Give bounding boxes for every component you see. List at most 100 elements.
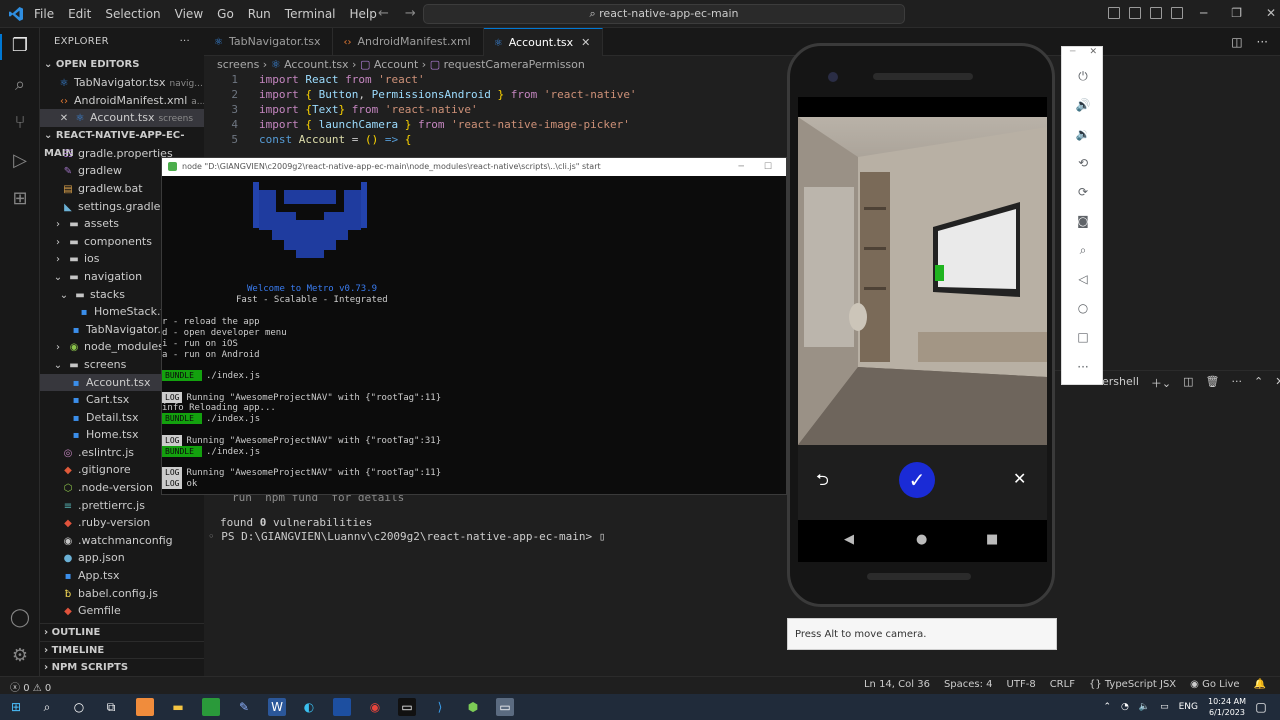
- tab-account[interactable]: ⚛ Account.tsx ✕: [483, 28, 604, 56]
- account-icon[interactable]: ◯: [9, 607, 31, 629]
- breadcrumb-item[interactable]: requestCameraPermisson: [444, 58, 585, 71]
- back-arrow-icon[interactable]: ←: [378, 6, 389, 21]
- tree-item[interactable]: ▪ App.tsx: [40, 567, 204, 585]
- rotate-right-icon[interactable]: ⟳: [1062, 185, 1104, 199]
- close-tab-icon[interactable]: ✕: [581, 36, 590, 49]
- settings-gear-icon[interactable]: ⚙: [9, 645, 31, 667]
- explorer-icon[interactable]: ❐: [9, 35, 31, 57]
- wifi-icon[interactable]: ◔: [1121, 702, 1129, 712]
- more-actions-icon[interactable]: ···: [1257, 35, 1268, 49]
- app-orange-icon[interactable]: [136, 698, 154, 716]
- cursor-position[interactable]: Ln 14, Col 36: [864, 679, 930, 690]
- breadcrumb-item[interactable]: Account.tsx: [284, 58, 348, 71]
- split-terminal-icon[interactable]: ◫: [1183, 375, 1193, 391]
- power-icon[interactable]: ⏻: [1062, 69, 1104, 84]
- command-center-search[interactable]: ⌕ react-native-app-ec-main: [423, 4, 905, 24]
- zoom-icon[interactable]: ⌕: [1062, 243, 1104, 258]
- forward-arrow-icon[interactable]: →: [405, 6, 416, 21]
- menu-run[interactable]: Run: [248, 7, 271, 21]
- emulator-minimize-icon[interactable]: ─: [1070, 47, 1075, 57]
- menu-go[interactable]: Go: [217, 7, 234, 21]
- vscode-taskbar-icon[interactable]: ⟩: [431, 698, 449, 716]
- tree-item[interactable]: ◉ .watchmanconfig: [40, 532, 204, 550]
- speaker-icon[interactable]: 🔈: [1139, 702, 1150, 712]
- restore-icon[interactable]: ❐: [1231, 6, 1242, 20]
- npm-scripts-section[interactable]: › NPM SCRIPTS: [40, 658, 204, 676]
- volume-up-icon[interactable]: 🔊: [1062, 98, 1104, 112]
- home-icon[interactable]: ○: [1062, 301, 1104, 315]
- phone-screen[interactable]: ⮌ ✓ ✕ ◀ ● ■: [798, 97, 1047, 562]
- file-explorer-icon[interactable]: ▬: [169, 698, 187, 716]
- indentation[interactable]: Spaces: 4: [944, 679, 993, 690]
- nav-home-icon[interactable]: ●: [916, 532, 927, 547]
- chrome-icon[interactable]: ◉: [366, 698, 384, 716]
- menu-terminal[interactable]: Terminal: [285, 7, 336, 21]
- emulator-close-icon[interactable]: ✕: [1089, 47, 1097, 57]
- search-view-icon[interactable]: ⌕: [9, 74, 31, 96]
- menu-view[interactable]: View: [175, 7, 203, 21]
- tab-tabnavigator[interactable]: ⚛ TabNavigator.tsx: [204, 28, 334, 56]
- minimize-icon[interactable]: ─: [739, 158, 744, 176]
- menu-selection[interactable]: Selection: [105, 7, 160, 21]
- toggle-secondary-sidebar-icon[interactable]: [1150, 7, 1162, 19]
- tree-item[interactable]: ≡ .prettierrc.js: [40, 497, 204, 515]
- clock[interactable]: 10:24 AM 6/1/2023: [1208, 696, 1246, 718]
- more-actions-icon[interactable]: ···: [1231, 375, 1242, 391]
- split-editor-icon[interactable]: ◫: [1231, 35, 1242, 49]
- active-window-icon[interactable]: ▭: [496, 698, 514, 716]
- metro-console-window[interactable]: node "D:\GIANGVIEN\c2009g2\react-native-…: [161, 157, 787, 495]
- menu-edit[interactable]: Edit: [68, 7, 91, 21]
- encoding[interactable]: UTF-8: [1007, 679, 1036, 690]
- terminal-shell-label[interactable]: ershell: [1102, 375, 1139, 391]
- tree-item[interactable]: ◆ Gemfile: [40, 602, 204, 620]
- app-blue-icon[interactable]: [333, 698, 351, 716]
- maximize-icon[interactable]: ☐: [764, 158, 772, 176]
- menu-file[interactable]: File: [34, 7, 54, 21]
- more-options-icon[interactable]: ···: [1062, 360, 1104, 374]
- node-taskbar-icon[interactable]: ⬢: [464, 698, 482, 716]
- problems-indicator[interactable]: ⓧ 0 ⚠ 0: [10, 679, 51, 694]
- tray-chevron-icon[interactable]: ⌃: [1103, 702, 1111, 712]
- word-icon[interactable]: W: [268, 698, 286, 716]
- go-live-button[interactable]: ◉ Go Live: [1190, 679, 1239, 690]
- tree-item[interactable]: ● app.json: [40, 549, 204, 567]
- timeline-section[interactable]: › TIMELINE: [40, 640, 204, 659]
- toggle-sidebar-icon[interactable]: [1108, 7, 1120, 19]
- task-view-icon[interactable]: ⧉: [102, 698, 120, 716]
- maximize-panel-icon[interactable]: ⌃: [1254, 375, 1263, 391]
- more-actions-icon[interactable]: ···: [180, 28, 190, 56]
- retake-icon[interactable]: ⮌: [816, 469, 829, 496]
- kill-terminal-icon[interactable]: 🗑: [1206, 375, 1220, 391]
- confirm-photo-button[interactable]: ✓: [899, 462, 935, 498]
- source-control-icon[interactable]: ⑂: [9, 112, 31, 134]
- open-editor-item[interactable]: ⚛ TabNavigator.tsx navig...: [40, 74, 204, 92]
- breadcrumb-item[interactable]: Account: [374, 58, 418, 71]
- new-terminal-icon[interactable]: ＋⌄: [1151, 375, 1171, 391]
- language-mode[interactable]: {} TypeScript JSX: [1089, 679, 1176, 690]
- cancel-photo-icon[interactable]: ✕: [1013, 469, 1026, 488]
- android-studio-icon[interactable]: [202, 698, 220, 716]
- line-ending[interactable]: CRLF: [1050, 679, 1075, 690]
- window-close-icon[interactable]: ✕: [1266, 6, 1276, 20]
- breadcrumb-item[interactable]: screens: [217, 58, 259, 71]
- close-panel-icon[interactable]: ✕: [1275, 375, 1280, 391]
- minimize-icon[interactable]: ─: [1200, 6, 1207, 20]
- notification-center-icon[interactable]: ▢: [1252, 698, 1270, 716]
- app-feather-icon[interactable]: ✎: [235, 698, 253, 716]
- volume-down-icon[interactable]: 🔉: [1062, 127, 1104, 141]
- close-editor-icon[interactable]: ✕: [58, 110, 70, 128]
- open-editor-item[interactable]: ‹› AndroidManifest.xml a...: [40, 92, 204, 110]
- back-icon[interactable]: ◁: [1062, 272, 1104, 286]
- terminal-app-icon[interactable]: ▭: [398, 698, 416, 716]
- rotate-left-icon[interactable]: ⟲: [1062, 156, 1104, 170]
- customize-layout-icon[interactable]: [1171, 7, 1183, 19]
- outline-section[interactable]: › OUTLINE: [40, 623, 204, 641]
- toggle-panel-icon[interactable]: [1129, 7, 1141, 19]
- tab-androidmanifest[interactable]: ‹› AndroidManifest.xml: [333, 28, 484, 56]
- overview-icon[interactable]: □: [1062, 330, 1104, 344]
- search-icon[interactable]: ⌕: [38, 698, 56, 716]
- run-debug-icon[interactable]: ▷: [9, 150, 31, 172]
- tree-item[interactable]: ƀ babel.config.js: [40, 585, 204, 603]
- windows-start-icon[interactable]: ⊞: [7, 698, 25, 716]
- open-editor-item-active[interactable]: ✕ ⚛ Account.tsx screens: [40, 109, 204, 127]
